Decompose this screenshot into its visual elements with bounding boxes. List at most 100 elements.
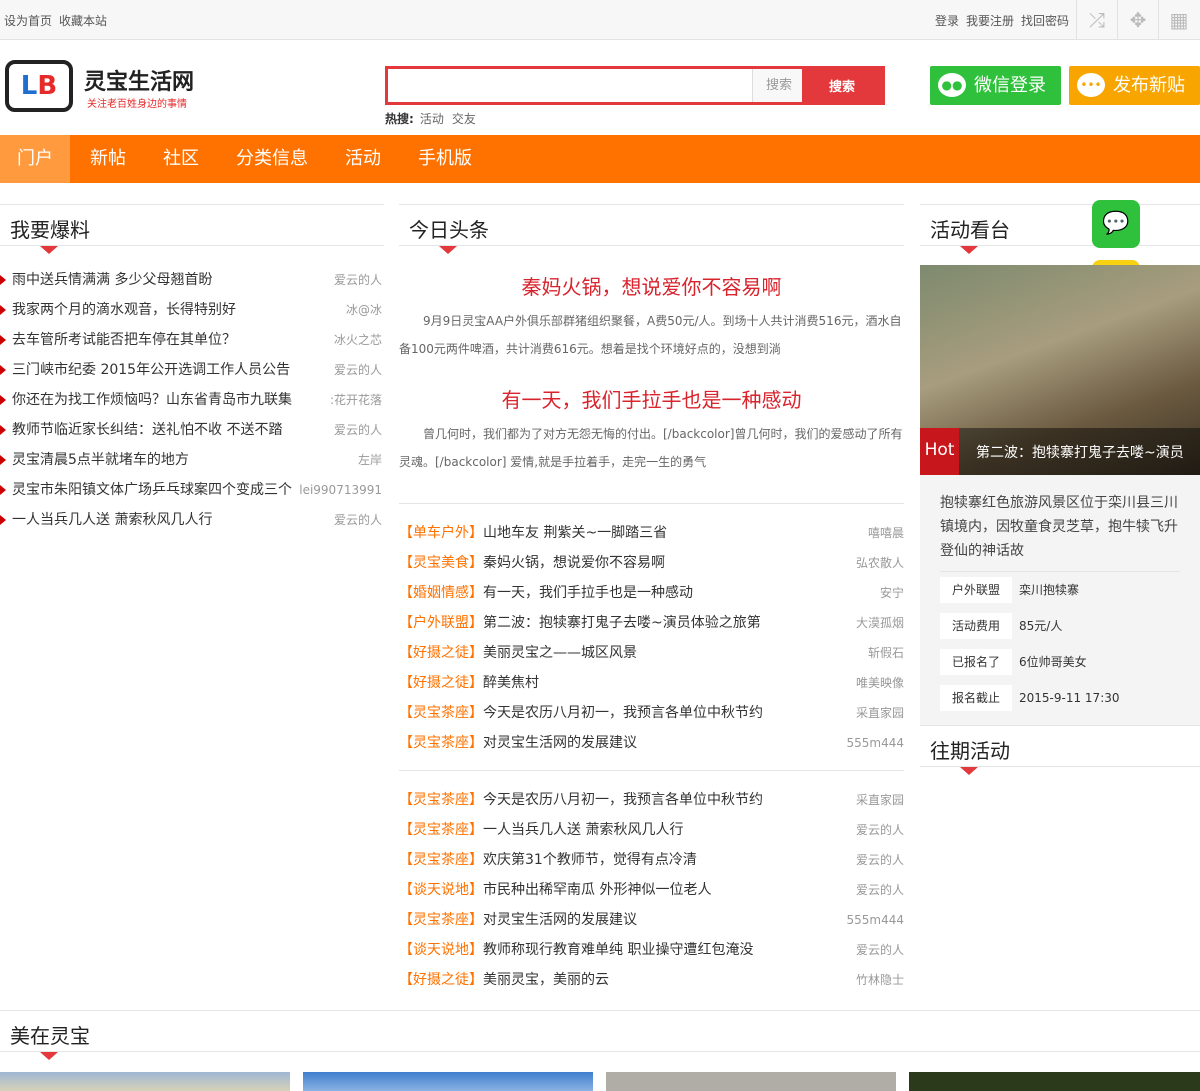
list-item[interactable]: 你还在为找工作烦恼吗？山东省青岛市九联集 :花开花落 — [0, 385, 384, 415]
item-title[interactable]: 美丽灵宝之——城区风景 — [483, 645, 637, 661]
list-item[interactable]: 【灵宝茶座】对灵宝生活网的发展建议 555m444 — [399, 728, 904, 758]
item-category[interactable]: 【户外联盟】 — [399, 615, 483, 631]
list-item[interactable]: 【灵宝茶座】对灵宝生活网的发展建议 555m444 — [399, 905, 904, 935]
item-author[interactable]: 爱云的人 — [334, 505, 382, 535]
headline-title[interactable]: 秦妈火锅，想说爱你不容易啊 — [399, 271, 904, 300]
set-homepage-link[interactable]: 设为首页 — [4, 14, 52, 28]
list-item[interactable]: 【单车户外】山地车友 荆紫关~一脚踏三省 嘻嘻晨 — [399, 518, 904, 548]
list-item[interactable]: 一人当兵几人送 萧索秋风几人行 爱云的人 — [0, 505, 384, 535]
list-item[interactable]: 【谈天说地】市民种出稀罕南瓜 外形神似一位老人 爱云的人 — [399, 875, 904, 905]
item-author[interactable]: 冰火之芯 — [334, 325, 382, 355]
item-author[interactable]: 555m444 — [847, 728, 905, 758]
photo-caption[interactable]: 第二波：抱犊寨打鬼子去喽~演员 — [976, 442, 1184, 462]
item-title[interactable]: 雨中送兵情满满 多少父母翘首盼 — [12, 265, 212, 295]
item-category[interactable]: 【谈天说地】 — [399, 942, 483, 958]
item-author[interactable]: 弘农散人 — [856, 548, 904, 578]
item-title[interactable]: 秦妈火锅，想说爱你不容易啊 — [483, 555, 665, 571]
item-title[interactable]: 第二波：抱犊寨打鬼子去喽~演员体验之旅第 — [483, 615, 761, 631]
list-item[interactable]: 雨中送兵情满满 多少父母翘首盼 爱云的人 — [0, 265, 384, 295]
gallery-image[interactable] — [606, 1072, 896, 1091]
item-title[interactable]: 教师节临近家长纠结：送礼怕不收 不送不踏 — [12, 415, 282, 445]
list-item[interactable]: 灵宝清晨5点半就堵车的地方 左岸 — [0, 445, 384, 475]
list-item[interactable]: 【谈天说地】教师称现行教育难单纯 职业操守遭红包淹没 爱云的人 — [399, 935, 904, 965]
item-category[interactable]: 【灵宝茶座】 — [399, 705, 483, 721]
item-author[interactable]: 爱云的人 — [334, 265, 382, 295]
item-category[interactable]: 【谈天说地】 — [399, 882, 483, 898]
item-title[interactable]: 一人当兵几人送 萧索秋风几人行 — [483, 822, 683, 838]
gallery-image[interactable] — [0, 1072, 290, 1091]
item-category[interactable]: 【单车户外】 — [399, 525, 483, 541]
list-item[interactable]: 【灵宝美食】秦妈火锅，想说爱你不容易啊 弘农散人 — [399, 548, 904, 578]
list-item[interactable]: 我家两个月的滴水观音，长得特别好 冰@冰 — [0, 295, 384, 325]
item-title[interactable]: 有一天，我们手拉手也是一种感动 — [483, 585, 693, 601]
list-item[interactable]: 【灵宝茶座】一人当兵几人送 萧索秋风几人行 爱云的人 — [399, 815, 904, 845]
item-title[interactable]: 去车管所考试能否把车停在其单位？ — [12, 325, 236, 355]
item-title[interactable]: 三门峡市纪委 2015年公开选调工作人员公告 — [12, 355, 290, 385]
item-author[interactable]: 左岸 — [358, 445, 382, 475]
item-title[interactable]: 灵宝清晨5点半就堵车的地方 — [12, 445, 189, 475]
post-new-button[interactable]: ••• 发布新贴 — [1069, 66, 1200, 105]
item-title[interactable]: 美丽灵宝，美丽的云 — [483, 972, 609, 988]
item-author[interactable]: 采直家园 — [856, 785, 904, 815]
item-author[interactable]: 爱云的人 — [856, 935, 904, 965]
item-author[interactable]: 安宁 — [880, 578, 904, 608]
nav-classifieds[interactable]: 分类信息 — [219, 135, 325, 183]
item-author[interactable]: 竹林隐士 — [856, 965, 904, 995]
nav-new-posts[interactable]: 新帖 — [73, 135, 143, 183]
list-item[interactable]: 【好摄之徒】美丽灵宝之——城区风景 斩假石 — [399, 638, 904, 668]
item-category[interactable]: 【婚姻情感】 — [399, 585, 483, 601]
item-author[interactable]: 爱云的人 — [856, 845, 904, 875]
item-title[interactable]: 教师称现行教育难单纯 职业操守遭红包淹没 — [483, 942, 753, 958]
nav-mobile[interactable]: 手机版 — [401, 135, 489, 183]
gallery-image[interactable] — [909, 1072, 1200, 1091]
hot-link[interactable]: 交友 — [452, 112, 476, 126]
list-item[interactable]: 【灵宝茶座】今天是农历八月初一，我预言各单位中秋节约 采直家园 — [399, 785, 904, 815]
item-title[interactable]: 市民种出稀罕南瓜 外形神似一位老人 — [483, 882, 711, 898]
item-category[interactable]: 【灵宝茶座】 — [399, 792, 483, 808]
item-title[interactable]: 灵宝市朱阳镇文体广场乒乓球案四个变成三个 — [12, 475, 292, 505]
item-author[interactable]: :花开花落 — [330, 385, 382, 415]
wechat-share-icon[interactable]: 💬 — [1092, 200, 1140, 248]
item-category[interactable]: 【好摄之徒】 — [399, 645, 483, 661]
item-category[interactable]: 【灵宝美食】 — [399, 555, 483, 571]
search-button[interactable]: 搜索 — [802, 69, 882, 102]
item-title[interactable]: 欢庆第31个教师节，觉得有点冷清 — [483, 852, 697, 868]
list-item[interactable]: 去车管所考试能否把车停在其单位？ 冰火之芯 — [0, 325, 384, 355]
item-author[interactable]: lei990713991 — [299, 475, 382, 505]
item-author[interactable]: 斩假石 — [868, 638, 904, 668]
search-type-select[interactable]: 搜索 — [752, 69, 805, 102]
list-item[interactable]: 【婚姻情感】有一天，我们手拉手也是一种感动 安宁 — [399, 578, 904, 608]
bookmark-link[interactable]: 收藏本站 — [59, 14, 107, 28]
list-item[interactable]: 【好摄之徒】醉美焦村 唯美映像 — [399, 668, 904, 698]
item-author[interactable]: 采直家园 — [856, 698, 904, 728]
register-link[interactable]: 我要注册 — [966, 14, 1014, 28]
nav-activities[interactable]: 活动 — [328, 135, 398, 183]
move-icon[interactable]: ✥ — [1117, 0, 1158, 40]
item-category[interactable]: 【好摄之徒】 — [399, 972, 483, 988]
nav-community[interactable]: 社区 — [146, 135, 216, 183]
list-item[interactable]: 灵宝市朱阳镇文体广场乒乓球案四个变成三个 lei990713991 — [0, 475, 384, 505]
item-category[interactable]: 【灵宝茶座】 — [399, 822, 483, 838]
item-category[interactable]: 【灵宝茶座】 — [399, 852, 483, 868]
shuffle-icon[interactable]: ⤮ — [1076, 0, 1117, 40]
login-link[interactable]: 登录 — [935, 14, 959, 28]
list-item[interactable]: 【户外联盟】第二波：抱犊寨打鬼子去喽~演员体验之旅第 大漠孤烟 — [399, 608, 904, 638]
item-category[interactable]: 【灵宝茶座】 — [399, 735, 483, 751]
list-item[interactable]: 【灵宝茶座】今天是农历八月初一，我预言各单位中秋节约 采直家园 — [399, 698, 904, 728]
item-category[interactable]: 【好摄之徒】 — [399, 675, 483, 691]
item-title[interactable]: 一人当兵几人送 萧索秋风几人行 — [12, 505, 212, 535]
list-item[interactable]: 三门峡市纪委 2015年公开选调工作人员公告 爱云的人 — [0, 355, 384, 385]
item-author[interactable]: 555m444 — [847, 905, 905, 935]
list-item[interactable]: 教师节临近家长纠结：送礼怕不收 不送不踏 爱云的人 — [0, 415, 384, 445]
search-input[interactable] — [388, 69, 752, 102]
item-author[interactable]: 爱云的人 — [856, 875, 904, 905]
item-title[interactable]: 对灵宝生活网的发展建议 — [483, 735, 637, 751]
gallery-image[interactable] — [303, 1072, 593, 1091]
hot-link[interactable]: 活动 — [420, 112, 444, 126]
nav-portal[interactable]: 门户 — [0, 135, 70, 183]
item-title[interactable]: 你还在为找工作烦恼吗？山东省青岛市九联集 — [12, 385, 292, 415]
list-item[interactable]: 【灵宝茶座】欢庆第31个教师节，觉得有点冷清 爱云的人 — [399, 845, 904, 875]
item-title[interactable]: 今天是农历八月初一，我预言各单位中秋节约 — [483, 705, 763, 721]
recover-password-link[interactable]: 找回密码 — [1021, 14, 1069, 28]
item-author[interactable]: 唯美映像 — [856, 668, 904, 698]
